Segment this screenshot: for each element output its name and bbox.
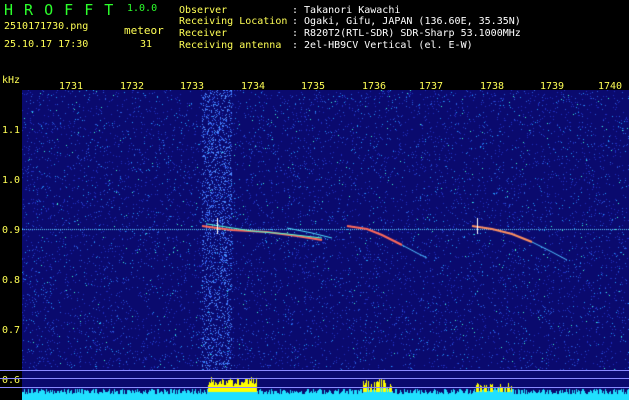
info-label-antenna: Receiving antenna: [179, 40, 282, 51]
info-label-receiver: Receiver: [179, 28, 228, 39]
app-title: H R O F F T: [4, 1, 115, 19]
y-tick-0-9: 0.9: [2, 225, 21, 236]
y-axis-unit: kHz: [2, 75, 21, 86]
mode-label: meteor: [124, 24, 164, 37]
hrofft-screen: H R O F F T 1.0.0 2510171730.png meteor …: [0, 0, 629, 400]
info-label-observer: Observer: [179, 5, 228, 16]
meteor-count: 31: [140, 39, 153, 50]
info-value-observer: : Takanori Kawachi: [292, 5, 401, 16]
date-time: 25.10.17 17:30: [4, 39, 89, 50]
info-value-receiver: : R820T2(RTL-SDR) SDR-Sharp 53.1000MHz: [292, 28, 521, 39]
spectrogram: [22, 90, 629, 400]
info-value-antenna: : 2el-HB9CV Vertical (el. E-W): [292, 40, 473, 51]
y-tick-0-6: 0.6: [2, 375, 21, 386]
info-label-location: Receiving Location: [179, 16, 288, 27]
guide-line-bottom: [0, 378, 629, 379]
info-value-location: : Ogaki, Gifu, JAPAN (136.60E, 35.35N): [292, 16, 521, 27]
file-name: 2510171730.png: [4, 21, 89, 32]
app-version: 1.0.0: [127, 3, 158, 14]
y-tick-0-8: 0.8: [2, 275, 21, 286]
y-tick-0-7: 0.7: [2, 325, 21, 336]
guide-line-base: [0, 387, 629, 388]
y-tick-1-0: 1.0: [2, 175, 21, 186]
guide-line-top: [0, 370, 629, 371]
y-tick-1-1: 1.1: [2, 125, 21, 136]
